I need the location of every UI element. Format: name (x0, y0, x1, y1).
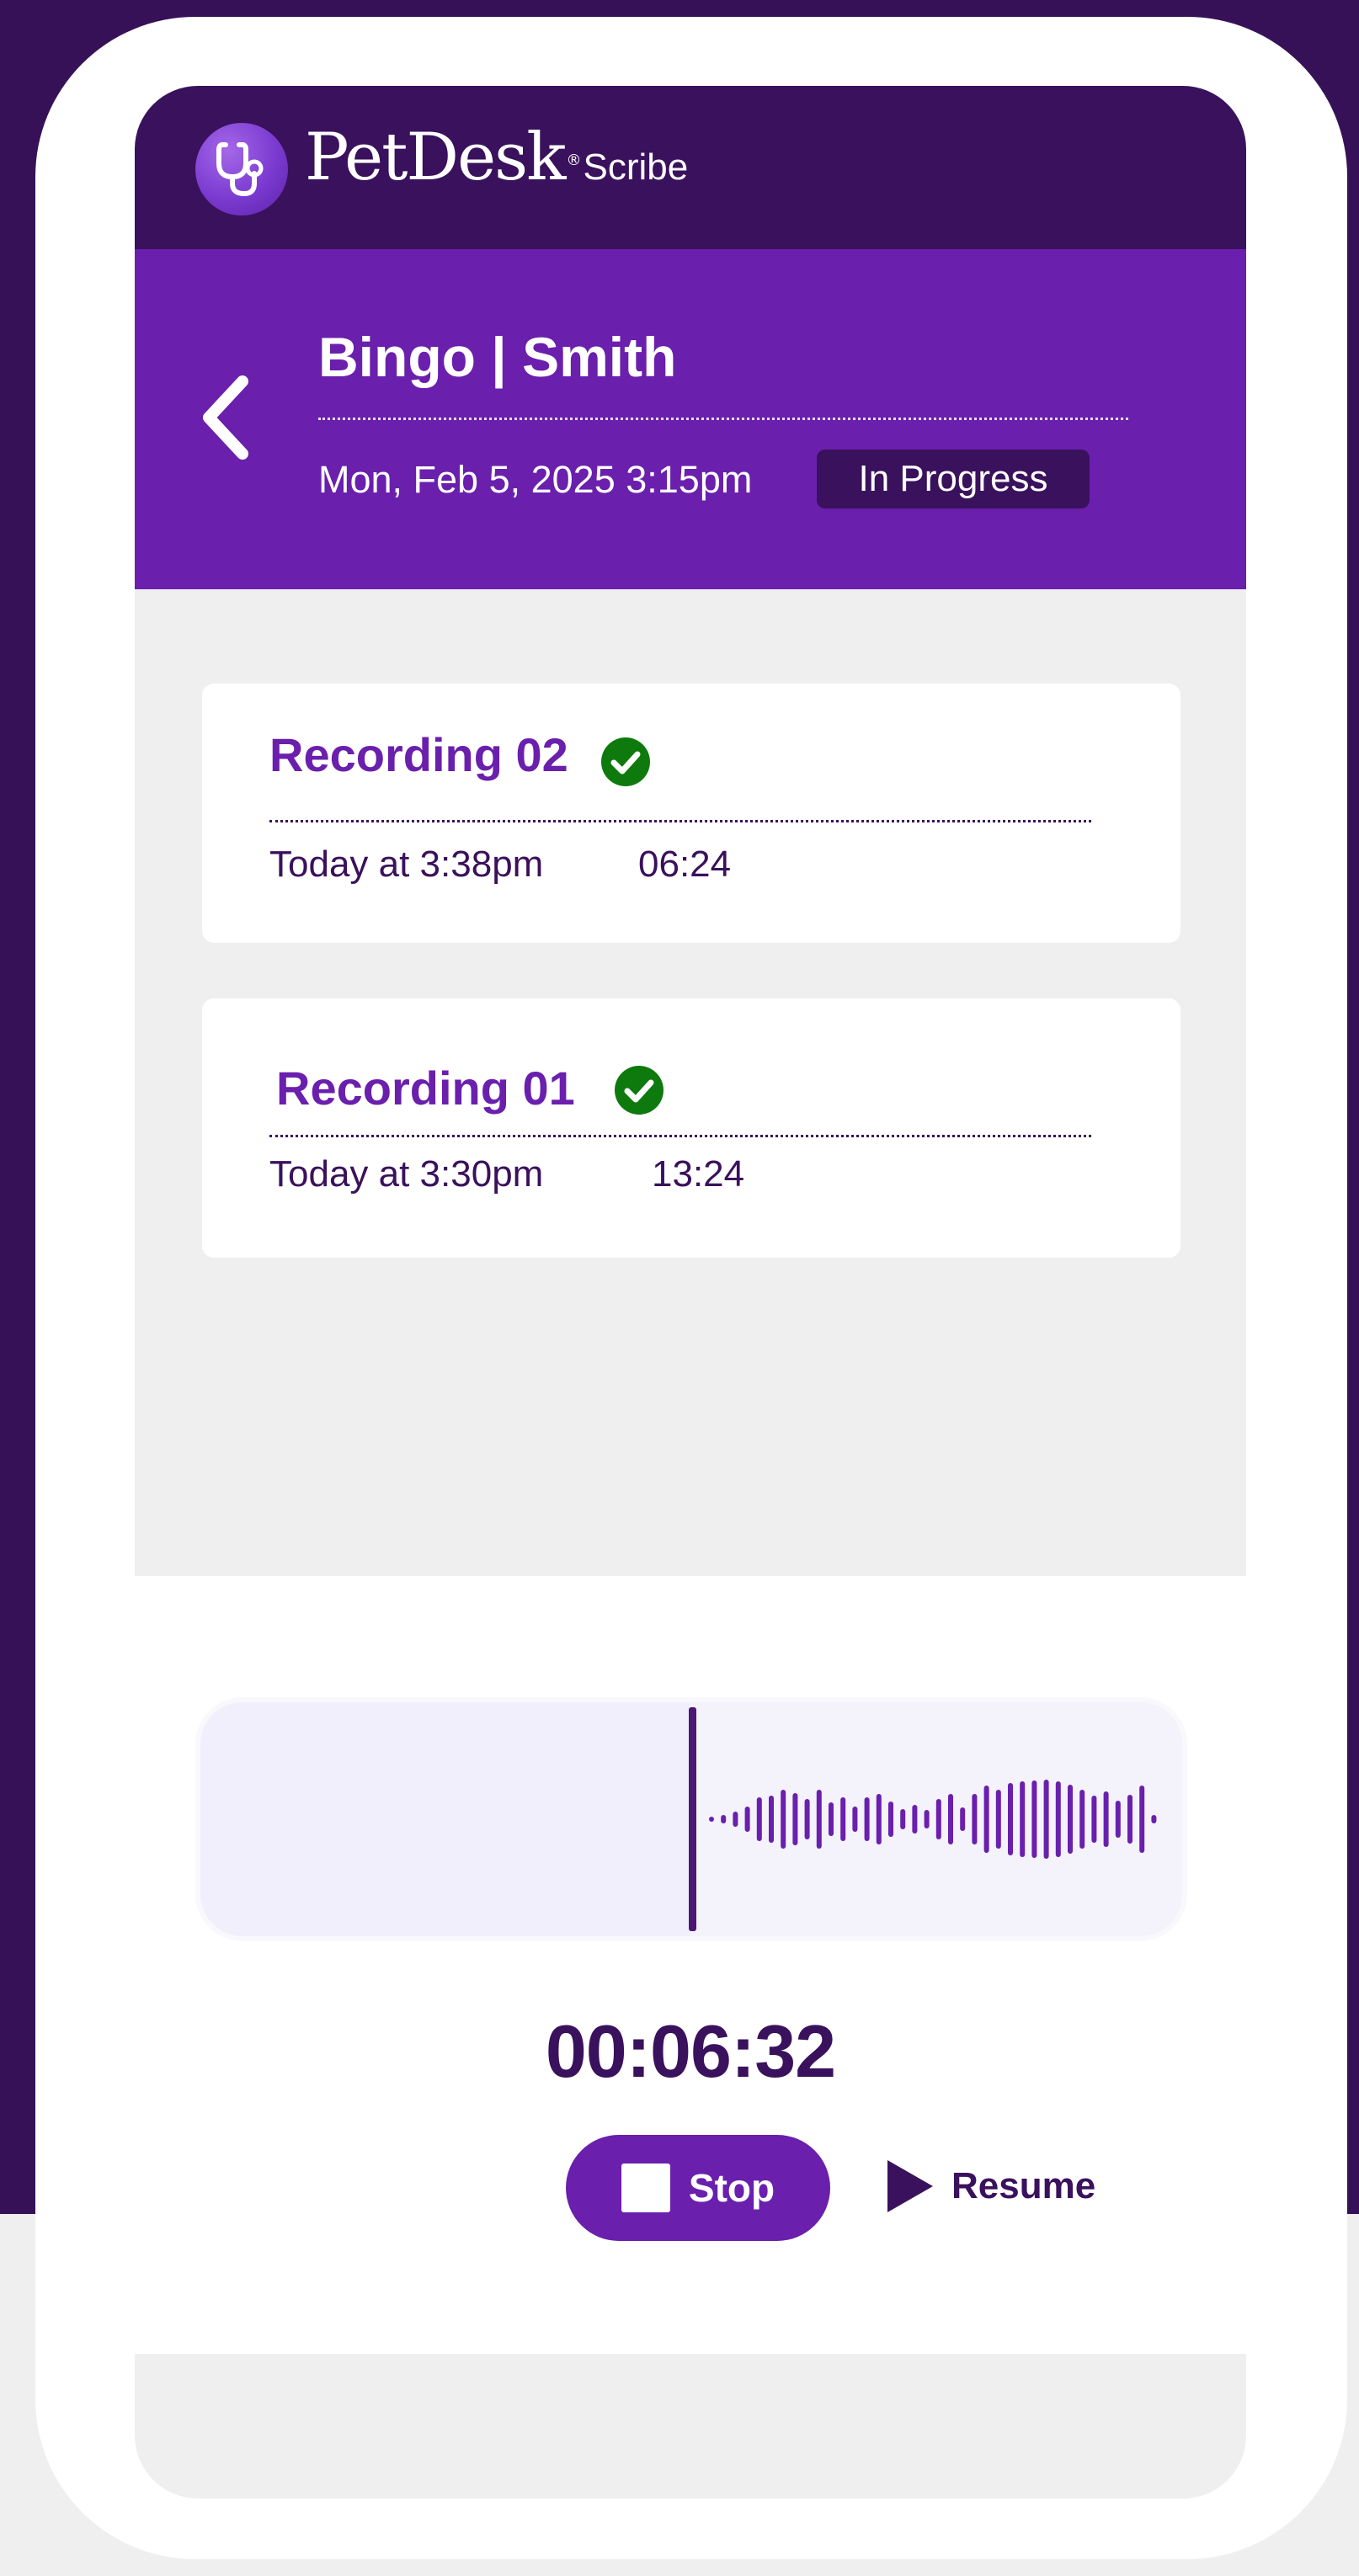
waveform-bar (995, 1790, 1001, 1849)
waveform-bar (948, 1794, 953, 1844)
waveform-bar (935, 1799, 941, 1839)
visit-header: Bingo | Smith Mon, Feb 5, 2025 3:15pm In… (135, 249, 1246, 589)
waveform-bar (744, 1807, 750, 1832)
check-circle-icon (615, 1066, 664, 1115)
waveform-bars (709, 1780, 1157, 1859)
waveform-bar (829, 1802, 834, 1836)
waveform-bar (972, 1794, 978, 1844)
waveform-bar (1115, 1801, 1121, 1838)
waveform-bar (709, 1817, 714, 1822)
waveform-bar (1151, 1815, 1157, 1823)
recording-date: Today at 3:38pm (269, 844, 544, 885)
waveform-bar (924, 1810, 930, 1828)
waveform-bar (840, 1797, 846, 1841)
chevron-left-icon (203, 375, 248, 460)
recording-card[interactable]: Recording 01 Today at 3:30pm 13:24 (202, 998, 1180, 1258)
waveform-bar (1031, 1780, 1037, 1858)
resume-label: Resume (951, 2165, 1096, 2206)
waveform-bar (900, 1809, 906, 1829)
waveform-bar (721, 1815, 727, 1823)
waveform-bar (1127, 1795, 1132, 1844)
recording-timer: 00:06:32 (545, 2009, 836, 2093)
waveform-display (200, 1702, 1182, 1936)
recording-divider (269, 1135, 1091, 1137)
brand-logo: PetDesk ® Scribe (305, 120, 688, 212)
playhead[interactable] (689, 1707, 696, 1931)
stop-icon (621, 2164, 670, 2212)
stop-button[interactable]: Stop (566, 2135, 830, 2241)
waveform-bar (888, 1802, 893, 1837)
waveform-bar (876, 1794, 882, 1844)
recording-player: 00:06:32 Stop Resume (135, 1576, 1246, 2354)
waveform-bar (1043, 1780, 1049, 1859)
status-badge: In Progress (817, 450, 1090, 508)
brand-product: Scribe (583, 146, 689, 188)
waveform-bar (781, 1790, 786, 1849)
title-divider (318, 418, 1128, 420)
recording-date: Today at 3:30pm (269, 1153, 544, 1195)
play-icon (887, 2160, 933, 2212)
waveform-bar (804, 1799, 810, 1839)
waveform-bar (769, 1796, 774, 1843)
waveform-bar (756, 1797, 762, 1841)
recording-duration: 06:24 (638, 844, 732, 885)
waveform-bar (960, 1807, 966, 1831)
recording-divider (269, 820, 1091, 822)
stethoscope-logo-icon (195, 123, 288, 216)
recording-title: Recording 02 (269, 728, 568, 781)
app-screen: PetDesk ® Scribe Bingo | Smith Mon, Feb … (135, 86, 1246, 2499)
waveform-bar (1139, 1786, 1145, 1853)
brand-name: PetDesk (305, 120, 566, 195)
resume-button[interactable]: Resume (886, 2148, 1095, 2224)
waveform-bar (792, 1793, 798, 1845)
waveform-bar (983, 1786, 989, 1853)
waveform-bar (1079, 1790, 1085, 1849)
visit-date: Mon, Feb 5, 2025 3:15pm (318, 458, 753, 501)
recording-title: Recording 01 (276, 1062, 575, 1115)
back-button[interactable] (180, 367, 273, 468)
waveform-bar (733, 1812, 738, 1827)
waveform-bar (1055, 1781, 1061, 1857)
stop-label: Stop (688, 2166, 775, 2210)
waveform-bar (1068, 1785, 1073, 1854)
waveform-bar (1091, 1796, 1097, 1843)
brand-registered-mark: ® (566, 152, 582, 169)
waveform-bar (864, 1797, 870, 1841)
recording-card[interactable]: Recording 02 Today at 3:38pm 06:24 (202, 684, 1180, 943)
patient-title: Bingo | Smith (318, 326, 677, 388)
waveform-bar (816, 1790, 822, 1849)
waveform-bar (1020, 1781, 1026, 1857)
waveform-bar (852, 1807, 858, 1832)
app-top-bar: PetDesk ® Scribe (135, 86, 1246, 249)
waveform-bar (1008, 1783, 1013, 1855)
check-circle-icon (601, 737, 650, 786)
recording-duration: 13:24 (652, 1153, 745, 1195)
waveform-bar (1103, 1791, 1109, 1847)
waveform-empty-area (200, 1702, 690, 1936)
waveform-bar (912, 1805, 918, 1834)
